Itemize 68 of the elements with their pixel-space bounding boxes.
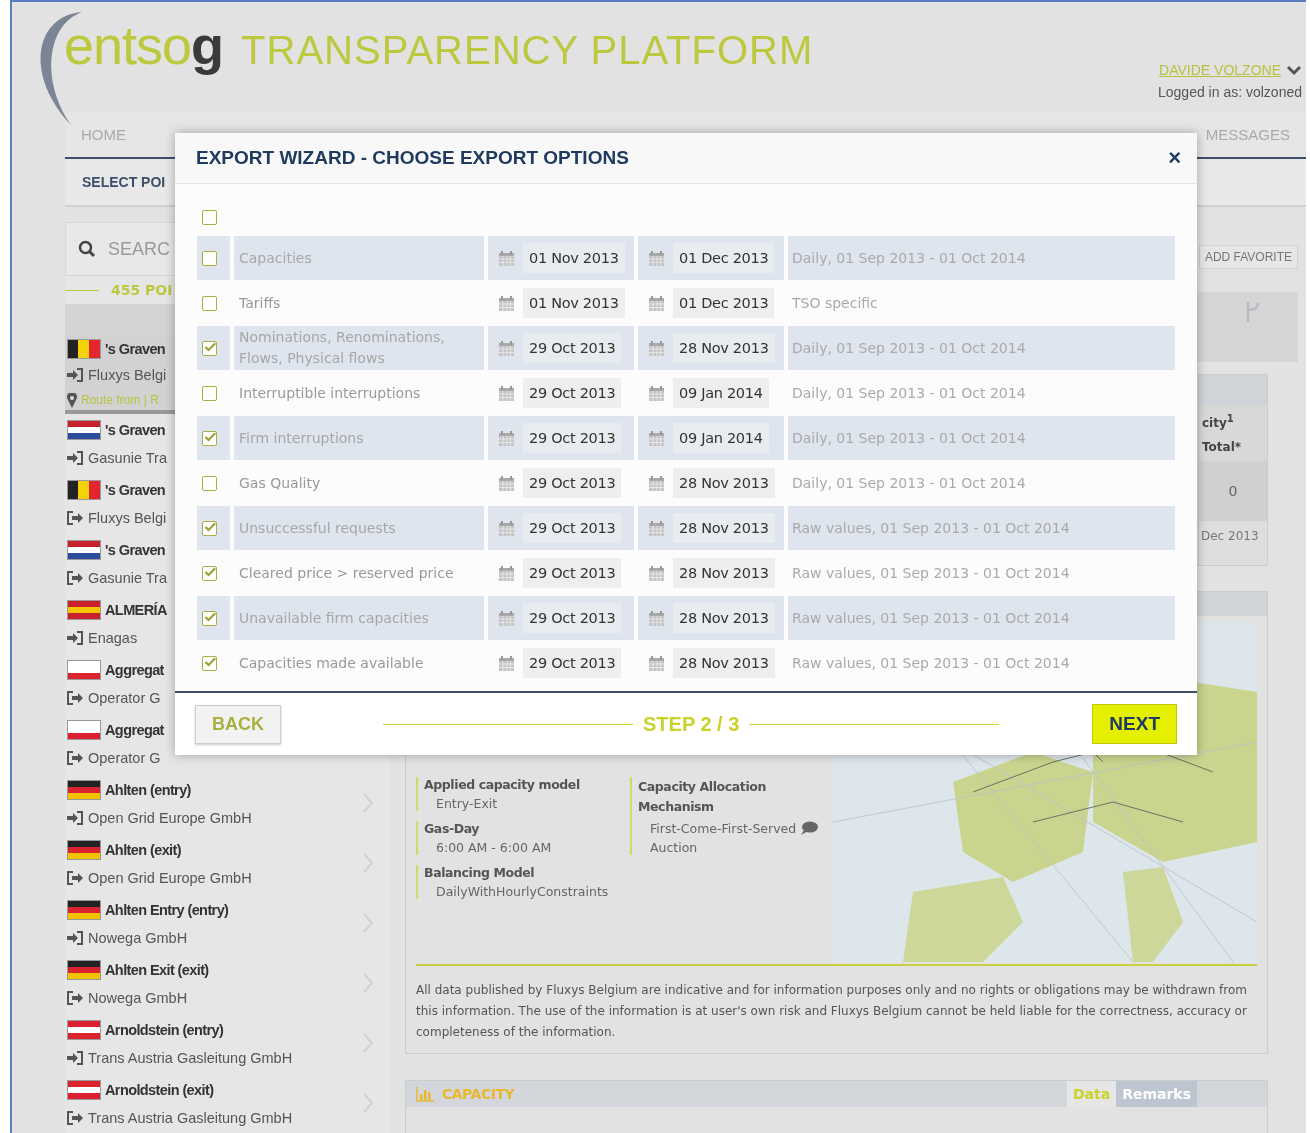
option-label: Interruptible interruptions: [239, 383, 421, 403]
option-info: Daily, 01 Sep 2013 - 01 Oct 2014: [792, 475, 1026, 491]
point-name: Ahlten (exit): [105, 842, 181, 858]
field-label: Applied capacity model: [424, 777, 581, 792]
option-label: Gas Quality: [239, 473, 321, 493]
operator-name: Open Grid Europe GmbH: [88, 870, 252, 886]
operator-name: Nowega GmbH: [88, 990, 188, 1006]
operator-name: Trans Austria Gasleitung GmbH: [88, 1050, 293, 1066]
field-value: Auction: [649, 840, 698, 855]
option-info: Daily, 01 Sep 2013 - 01 Oct 2014: [792, 340, 1026, 356]
operator-name: Gasunie Tra: [88, 450, 167, 466]
operator-name: Nowega GmbH: [88, 930, 188, 946]
option-info: Daily, 01 Sep 2013 - 01 Oct 2014: [792, 430, 1026, 446]
option-info: Daily, 01 Sep 2013 - 01 Oct 2014: [792, 250, 1026, 266]
field-value: 6:00 AM - 6:00 AM: [435, 840, 553, 855]
option-info: Raw values, 01 Sep 2013 - 01 Oct 2014: [792, 610, 1070, 626]
platform-title: TRANSPARENCY PLATFORM: [241, 28, 814, 73]
point-name: 's Graven: [105, 542, 166, 558]
operator-name: Operator G: [88, 690, 161, 706]
option-label: Capacities: [239, 248, 312, 268]
operator-name: Operator G: [88, 750, 161, 766]
option-info: Raw values, 01 Sep 2013 - 01 Oct 2014: [792, 520, 1070, 536]
operator-name: Open Grid Europe GmbH: [88, 810, 252, 826]
field-label: Gas-Day: [424, 821, 481, 836]
field-value: First-Come-First-Served: [649, 821, 797, 836]
dialog-title: EXPORT WIZARD - CHOOSE EXPORT OPTIONS: [196, 147, 629, 169]
point-name: Aggregat: [105, 722, 164, 738]
option-label: Tariffs: [239, 293, 281, 313]
option-label: Nominations, Renominations, Flows, Physical flows: [239, 328, 446, 368]
point-name: 's Graven: [105, 482, 166, 498]
option-info: Raw values, 01 Sep 2013 - 01 Oct 2014: [792, 655, 1070, 671]
operator-name: Fluxys Belgi: [88, 366, 167, 383]
operator-name: Fluxys Belgi: [88, 510, 167, 526]
table-cell: 0: [1199, 461, 1267, 521]
search-placeholder: SEARC: [108, 238, 170, 260]
disclaimer-text: All data published by Fluxys Belgium are indicative and for information purposes only and no rights or obligations may be withdrawn from this information. The use of the information is at user's own risk and Fluxys Belgium cannot be held liable for the correctness, accuracy or completeness of the information.: [416, 982, 1248, 1041]
points-count: 455 POI: [111, 282, 173, 298]
operator-name: Trans Austria Gasleitung GmbH: [88, 1110, 293, 1126]
field-value: DailyWithHourlyConstraints: [435, 884, 610, 899]
option-label: Cleared price > reserved price: [239, 563, 454, 583]
option-label: Unsuccessful requests: [239, 518, 396, 538]
logo: entsog: [64, 14, 224, 76]
section-title: CAPACITY: [442, 1086, 515, 1102]
table-cell-text: Dec 2013: [1200, 528, 1260, 545]
option-label: Unavailable firm capacities: [239, 608, 429, 628]
option-label: Firm interruptions: [239, 428, 364, 448]
point-name: ALMERÍA: [105, 602, 167, 618]
operator-name: Gasunie Tra: [88, 570, 167, 586]
point-name: Aggregat: [105, 662, 164, 678]
column-header: Total*: [1199, 433, 1267, 461]
field-label: Balancing Model: [424, 865, 536, 880]
point-name: Ahlten (entry): [105, 782, 191, 798]
point-name: Arnoldstein (entry): [105, 1022, 224, 1038]
point-name: 's Graven: [105, 341, 166, 357]
operator-name: Enagas: [88, 630, 138, 646]
point-name: 's Graven: [105, 422, 166, 438]
option-label: Capacities made available: [239, 653, 424, 673]
field-value: Entry-Exit: [435, 796, 499, 811]
column-header: city$^{1}$: [1199, 405, 1267, 433]
login-info: Logged in as: volzoned: [1158, 84, 1302, 100]
field-label: Capacity Allocation Mechanism: [638, 778, 767, 816]
option-info: Raw values, 01 Sep 2013 - 01 Oct 2014: [792, 565, 1070, 581]
step-indicator: STEP 2 / 3: [643, 712, 740, 736]
point-name: Ahlten Exit (exit): [105, 962, 209, 978]
option-info: Daily, 01 Sep 2013 - 01 Oct 2014: [792, 385, 1026, 401]
point-name: Arnoldstein (exit): [105, 1082, 214, 1098]
point-name: Ahlten Entry (entry): [105, 902, 229, 918]
option-info: TSO specific: [792, 295, 878, 311]
